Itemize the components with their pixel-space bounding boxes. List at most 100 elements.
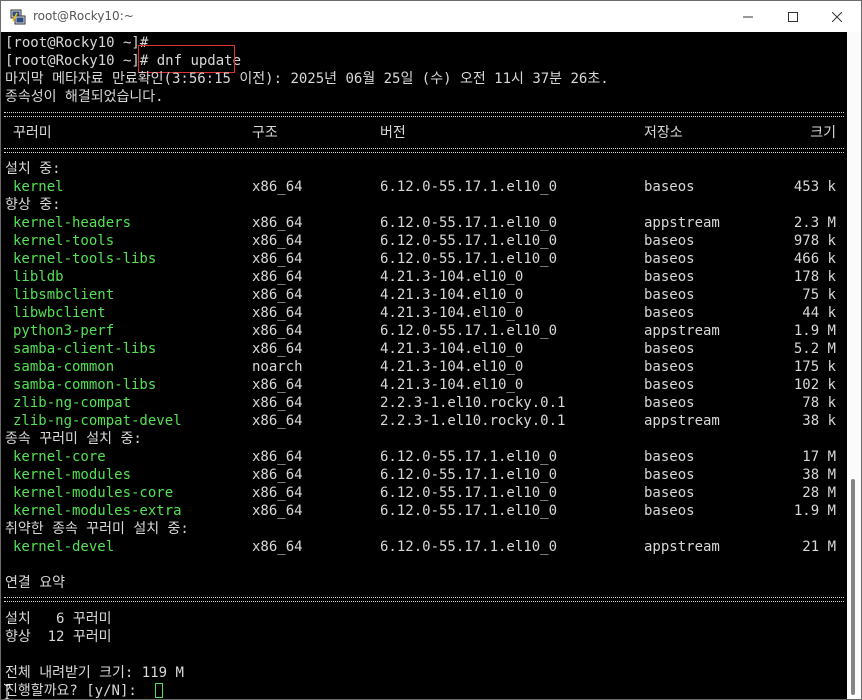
package-name: kernel [13,179,64,195]
package-size: 78 k [802,395,836,411]
package-arch: x86_64 [252,233,303,249]
scrollbar-thumb[interactable] [851,479,855,695]
section-upgrading: 향상 중: [5,197,61,213]
close-button[interactable] [814,1,860,32]
package-version: 6.12.0-55.17.1.el10_0 [380,467,558,483]
section-installing: 설치 중: [5,161,61,177]
package-name: kernel-tools-libs [13,251,157,267]
deps-resolved-line: 종속성이 해결되었습니다. [5,89,164,105]
package-size: 178 k [793,269,836,285]
package-size: 978 k [793,233,836,249]
package-repo: appstream [644,215,720,231]
package-arch: x86_64 [252,269,303,285]
package-repo: appstream [644,539,720,555]
maximize-icon [788,11,798,22]
section-installing-deps: 종속 꾸러미 설치 중: [5,431,142,447]
package-name: kernel-devel [13,539,115,555]
package-arch: x86_64 [252,503,303,519]
ibeam-cursor-icon [4,683,10,699]
header-arch: 구조 [252,125,278,141]
package-repo: baseos [644,341,695,357]
package-arch: x86_64 [252,305,303,321]
section-installing-weak-deps: 취약한 종속 꾸러미 설치 중: [5,521,189,537]
package-size: 5.2 M [793,341,836,357]
package-version: 4.21.3-104.el10_0 [380,359,524,375]
package-repo: baseos [644,305,695,321]
package-name: kernel-tools [13,233,115,249]
package-name: libldb [13,269,64,285]
terminal-output[interactable]: [root@Rocky10 ~]# [root@Rocky10 ~]# dnf … [1,32,847,699]
package-name: kernel-headers [13,215,132,231]
package-size: 466 k [793,251,836,267]
package-version: 6.12.0-55.17.1.el10_0 [380,485,558,501]
vertical-scrollbar[interactable] [847,32,861,699]
package-size: 102 k [793,377,836,393]
package-name: samba-client-libs [13,341,157,357]
package-name: samba-common-libs [13,377,157,393]
package-repo: baseos [644,179,695,195]
header-version: 버전 [380,125,406,141]
package-version: 4.21.3-104.el10_0 [380,269,524,285]
package-repo: baseos [644,395,695,411]
summary-upgrade: 향상 12 꾸러미 [5,629,112,645]
package-repo: baseos [644,467,695,483]
package-repo: baseos [644,287,695,303]
package-repo: baseos [644,359,695,375]
package-repo: appstream [644,323,720,339]
package-version: 4.21.3-104.el10_0 [380,341,524,357]
header-package: 꾸러미 [13,125,52,141]
package-arch: noarch [252,359,303,375]
package-name: python3-perf [13,323,115,339]
package-name: libsmbclient [13,287,115,303]
separator-top [4,112,844,117]
title-bar[interactable]: root@Rocky10:~ [1,1,861,32]
header-size: 크기 [810,125,836,141]
package-arch: x86_64 [252,323,303,339]
package-size: 75 k [802,287,836,303]
package-repo: baseos [644,485,695,501]
package-arch: x86_64 [252,377,303,393]
package-size: 28 M [802,485,836,501]
package-name: libwbclient [13,305,106,321]
package-size: 175 k [793,359,836,375]
putty-app-icon [10,9,26,25]
package-arch: x86_64 [252,395,303,411]
terminal-window: root@Rocky10:~ [root@Rocky10 ~]# [root@R… [0,0,862,700]
package-repo: appstream [644,413,720,429]
package-size: 1.9 M [793,323,836,339]
package-arch: x86_64 [252,539,303,555]
package-arch: x86_64 [252,215,303,231]
package-version: 2.2.3-1.el10.rocky.0.1 [380,413,566,429]
package-repo: baseos [644,503,695,519]
minimize-button[interactable] [725,1,771,32]
package-repo: baseos [644,377,695,393]
package-name: kernel-core [13,449,106,465]
minimize-icon [743,16,753,17]
package-arch: x86_64 [252,251,303,267]
package-size: 21 M [802,539,836,555]
package-arch: x86_64 [252,467,303,483]
package-version: 2.2.3-1.el10.rocky.0.1 [380,395,566,411]
package-version: 6.12.0-55.17.1.el10_0 [380,449,558,465]
separator-summary [4,597,844,602]
package-size: 44 k [802,305,836,321]
package-size: 453 k [793,179,836,195]
package-size: 38 M [802,467,836,483]
command-highlight-box [138,45,235,73]
package-version: 6.12.0-55.17.1.el10_0 [380,539,558,555]
summary-install: 설치 6 꾸러미 [5,611,112,627]
close-icon [832,11,842,22]
package-size: 2.3 M [793,215,836,231]
summary-title: 연결 요약 [5,575,65,591]
prompt-line-1: [root@Rocky10 ~]# [5,35,149,51]
package-size: 1.9 M [793,503,836,519]
window-title: root@Rocky10:~ [33,9,134,23]
package-arch: x86_64 [252,449,303,465]
package-version: 4.21.3-104.el10_0 [380,305,524,321]
maximize-button[interactable] [770,1,816,32]
text-cursor [155,683,163,698]
package-version: 6.12.0-55.17.1.el10_0 [380,215,558,231]
separator-header [4,148,844,153]
package-version: 6.12.0-55.17.1.el10_0 [380,179,558,195]
package-version: 4.21.3-104.el10_0 [380,377,524,393]
